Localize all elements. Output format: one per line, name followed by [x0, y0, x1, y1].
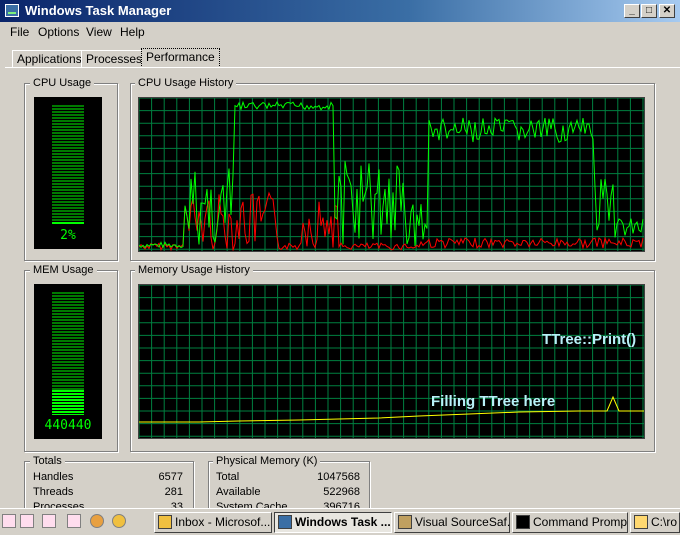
taskbar-label-cmd: Command Prompt: [533, 515, 628, 529]
mem-usage-label: MEM Usage: [30, 264, 97, 276]
quicklaunch-icon-2[interactable]: [20, 514, 34, 528]
cmd-icon: [516, 515, 530, 529]
cpu-usage-meter: 2%: [34, 97, 102, 249]
threads-value: 281: [164, 486, 183, 498]
menu-view[interactable]: View: [86, 25, 112, 39]
outlook-icon: [158, 515, 172, 529]
minimize-button[interactable]: _: [624, 4, 640, 18]
memory-history-svg: [139, 285, 644, 438]
menu-options[interactable]: Options: [38, 25, 79, 39]
cpu-usage-label: CPU Usage: [30, 77, 95, 89]
taskbar-label-sourcesafe: Visual SourceSaf...: [415, 515, 510, 529]
cpu-history-label: CPU Usage History: [135, 77, 237, 89]
cpu-history-graph: [138, 97, 645, 252]
annotation-print: TTree::Print(): [542, 331, 637, 348]
memory-history-graph: TTree::Print() Filling TTree here: [138, 284, 645, 439]
taskbar-button-sourcesafe[interactable]: Visual SourceSaf...: [394, 512, 510, 533]
window-title: Windows Task Manager: [25, 3, 172, 18]
phys-available-value: 522968: [323, 486, 360, 498]
phys-available-label: Available: [216, 486, 261, 498]
quicklaunch-icon-3[interactable]: [42, 514, 56, 528]
task-manager-icon: [5, 4, 19, 17]
totals-label: Totals: [30, 455, 65, 467]
tab-processes[interactable]: Processes: [81, 50, 148, 68]
maximize-button[interactable]: □: [641, 4, 657, 18]
taskbar-button-task-manager[interactable]: Windows Task ...: [274, 512, 392, 533]
threads-label: Threads: [33, 486, 74, 498]
title-bar[interactable]: Windows Task Manager _ □ ✕: [0, 0, 680, 22]
menu-help[interactable]: Help: [120, 25, 145, 39]
taskbar-label-inbox: Inbox - Microsof...: [175, 515, 271, 529]
cpu-meter-bars: [52, 105, 84, 225]
tab-performance[interactable]: Performance: [141, 48, 220, 68]
taskbar-button-cmd[interactable]: Command Prompt: [512, 512, 628, 533]
memory-history-label: Memory Usage History: [135, 264, 253, 276]
task-manager-taskbar-icon: [278, 515, 292, 529]
taskbar-label-explorer: C:\ro: [651, 515, 678, 529]
handles-label: Handles: [33, 471, 74, 483]
browser-icon[interactable]: [90, 514, 104, 528]
mem-meter-fill: [52, 390, 84, 415]
mem-usage-meter: 440440: [34, 284, 102, 439]
taskbar-button-inbox[interactable]: Inbox - Microsof...: [154, 512, 272, 533]
handles-value: 6577: [158, 471, 183, 483]
taskbar: Inbox - Microsof... Windows Task ... Vis…: [0, 508, 680, 535]
taskbar-button-explorer[interactable]: C:\ro: [630, 512, 680, 533]
menu-file[interactable]: File: [10, 25, 29, 39]
sourcesafe-icon: [398, 515, 412, 529]
cpu-meter-fill: [52, 222, 84, 225]
quicklaunch-icon-1[interactable]: [2, 514, 16, 528]
explorer-icon: [634, 515, 648, 529]
physical-memory-label: Physical Memory (K): [213, 455, 321, 467]
annotation-filling: Filling TTree here: [431, 393, 556, 410]
cpu-usage-value: 2%: [60, 228, 76, 243]
mem-usage-value: 440440: [44, 418, 92, 433]
clock-icon[interactable]: [112, 514, 126, 528]
quicklaunch-icon-4[interactable]: [67, 514, 81, 528]
tab-applications[interactable]: Applications: [12, 50, 87, 68]
close-button[interactable]: ✕: [659, 4, 675, 18]
taskbar-label-task-manager: Windows Task ...: [295, 515, 391, 529]
cpu-history-svg: [139, 98, 644, 251]
phys-total-label: Total: [216, 471, 240, 483]
phys-total-value: 1047568: [317, 471, 360, 483]
menu-bar: File Options View Help: [0, 22, 680, 42]
